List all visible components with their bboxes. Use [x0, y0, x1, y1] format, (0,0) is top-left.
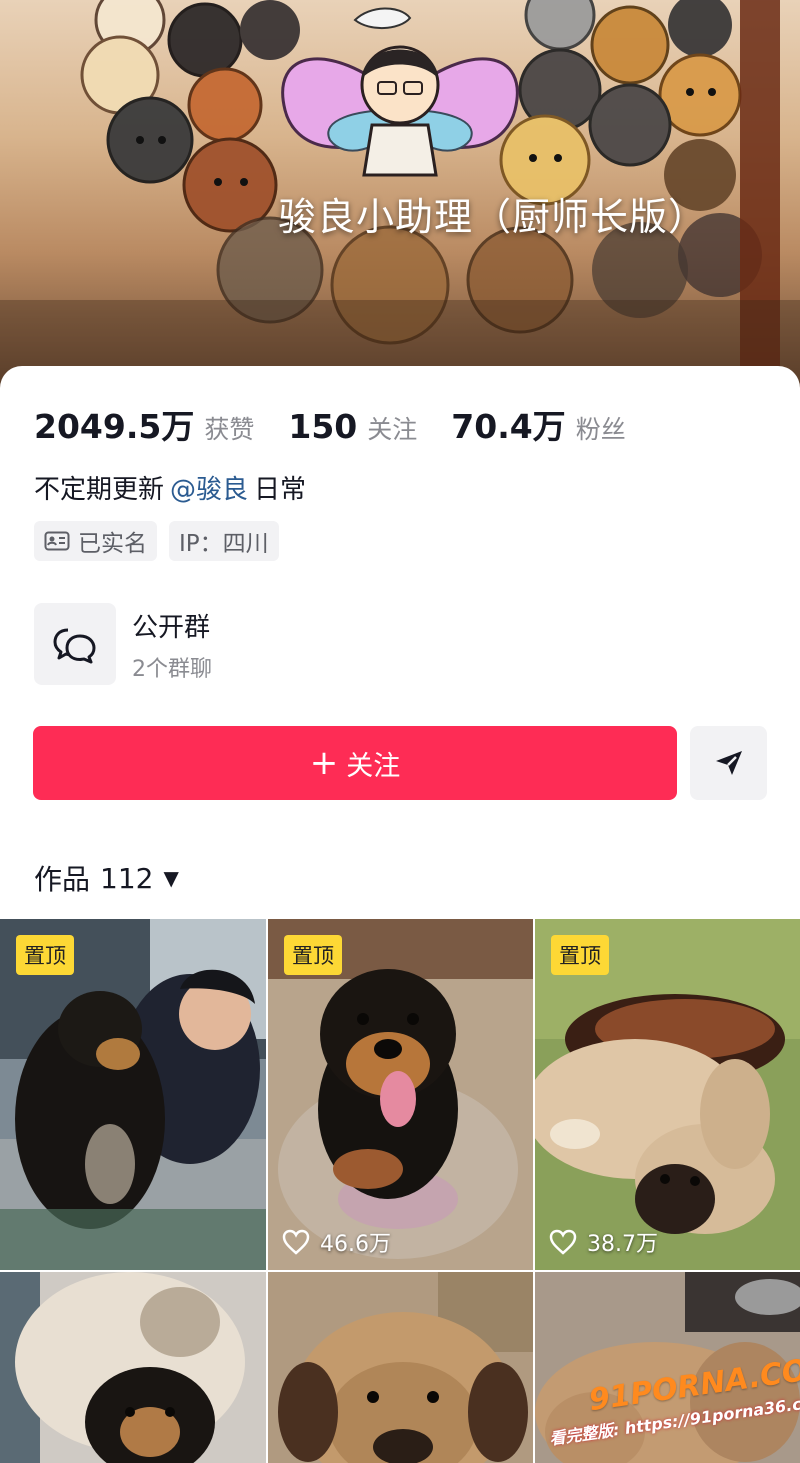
heart-icon: [282, 1229, 310, 1255]
video-tile[interactable]: [268, 1272, 533, 1463]
public-group-entry[interactable]: 公开群 2个群聊: [34, 603, 534, 685]
pinned-badge: 置顶: [284, 935, 342, 975]
video-tile[interactable]: [0, 1272, 266, 1463]
stat-likes-value: 2049.5万: [34, 407, 195, 446]
group-subtitle: 2个群聊: [132, 657, 212, 682]
caret-down-icon: ▼: [163, 866, 179, 890]
group-title: 公开群: [132, 613, 211, 643]
stat-likes[interactable]: 2049.5万 获赞: [34, 400, 254, 448]
pinned-badge: 置顶: [551, 935, 609, 975]
stat-followers[interactable]: 70.4万 粉丝: [451, 400, 625, 448]
heart-icon: [549, 1229, 577, 1255]
works-count: 112: [100, 861, 154, 895]
video-tile[interactable]: [535, 1272, 800, 1463]
id-card-icon: [44, 531, 70, 551]
video-tile[interactable]: 置顶 46.6万: [268, 919, 533, 1270]
group-chat-icon: [53, 628, 96, 664]
bio-text-end: 日常: [254, 475, 307, 505]
account-name: 骏良小助理（厨师长版）: [278, 195, 708, 239]
video-thumbnail: [0, 1272, 266, 1463]
stat-following-label: 关注: [367, 415, 418, 444]
follow-button[interactable]: + 关注: [33, 726, 677, 800]
bio-text-start: 不定期更新: [34, 475, 165, 505]
stat-following-value: 150: [288, 407, 358, 446]
ip-location-label: IP：四川: [179, 531, 269, 557]
video-likes: 46.6万: [282, 1226, 391, 1258]
plus-icon: +: [309, 743, 339, 783]
bio: 不定期更新 @骏良 日常: [34, 469, 306, 506]
follow-button-label: 关注: [346, 750, 401, 782]
stat-likes-label: 获赞: [204, 415, 255, 444]
video-tile[interactable]: 置顶 38.7万: [535, 919, 800, 1270]
verified-tag-label: 已实名: [78, 531, 147, 557]
pinned-badge: 置顶: [16, 935, 74, 975]
profile-stats: 2049.5万 获赞 150 关注 70.4万 粉丝: [34, 400, 660, 448]
works-label: 作品: [34, 863, 91, 896]
video-likes-count: 46.6万: [320, 1232, 391, 1257]
works-tab[interactable]: 作品 112 ▼: [34, 858, 179, 898]
group-chat-icon-box: [34, 603, 116, 685]
video-likes: 38.7万: [549, 1226, 658, 1258]
video-thumbnail: [268, 1272, 533, 1463]
video-grid: 置顶 置顶 46.6万 置顶 38.7万: [0, 919, 800, 1463]
ip-location-tag: IP：四川: [169, 521, 279, 561]
stat-followers-label: 粉丝: [575, 415, 626, 444]
profile-banner: 骏良小助理（厨师长版）: [0, 0, 800, 390]
profile-tags: 已实名 IP：四川: [34, 521, 291, 561]
stat-followers-value: 70.4万: [451, 407, 566, 446]
video-tile[interactable]: 置顶: [0, 919, 266, 1270]
video-thumbnail: [535, 1272, 800, 1463]
bio-mention-link[interactable]: @骏良: [170, 475, 248, 505]
verified-tag: 已实名: [34, 521, 157, 561]
video-likes-count: 38.7万: [587, 1232, 658, 1257]
send-icon: [715, 751, 742, 775]
stat-following[interactable]: 150 关注: [288, 407, 417, 446]
share-button[interactable]: [690, 726, 767, 800]
